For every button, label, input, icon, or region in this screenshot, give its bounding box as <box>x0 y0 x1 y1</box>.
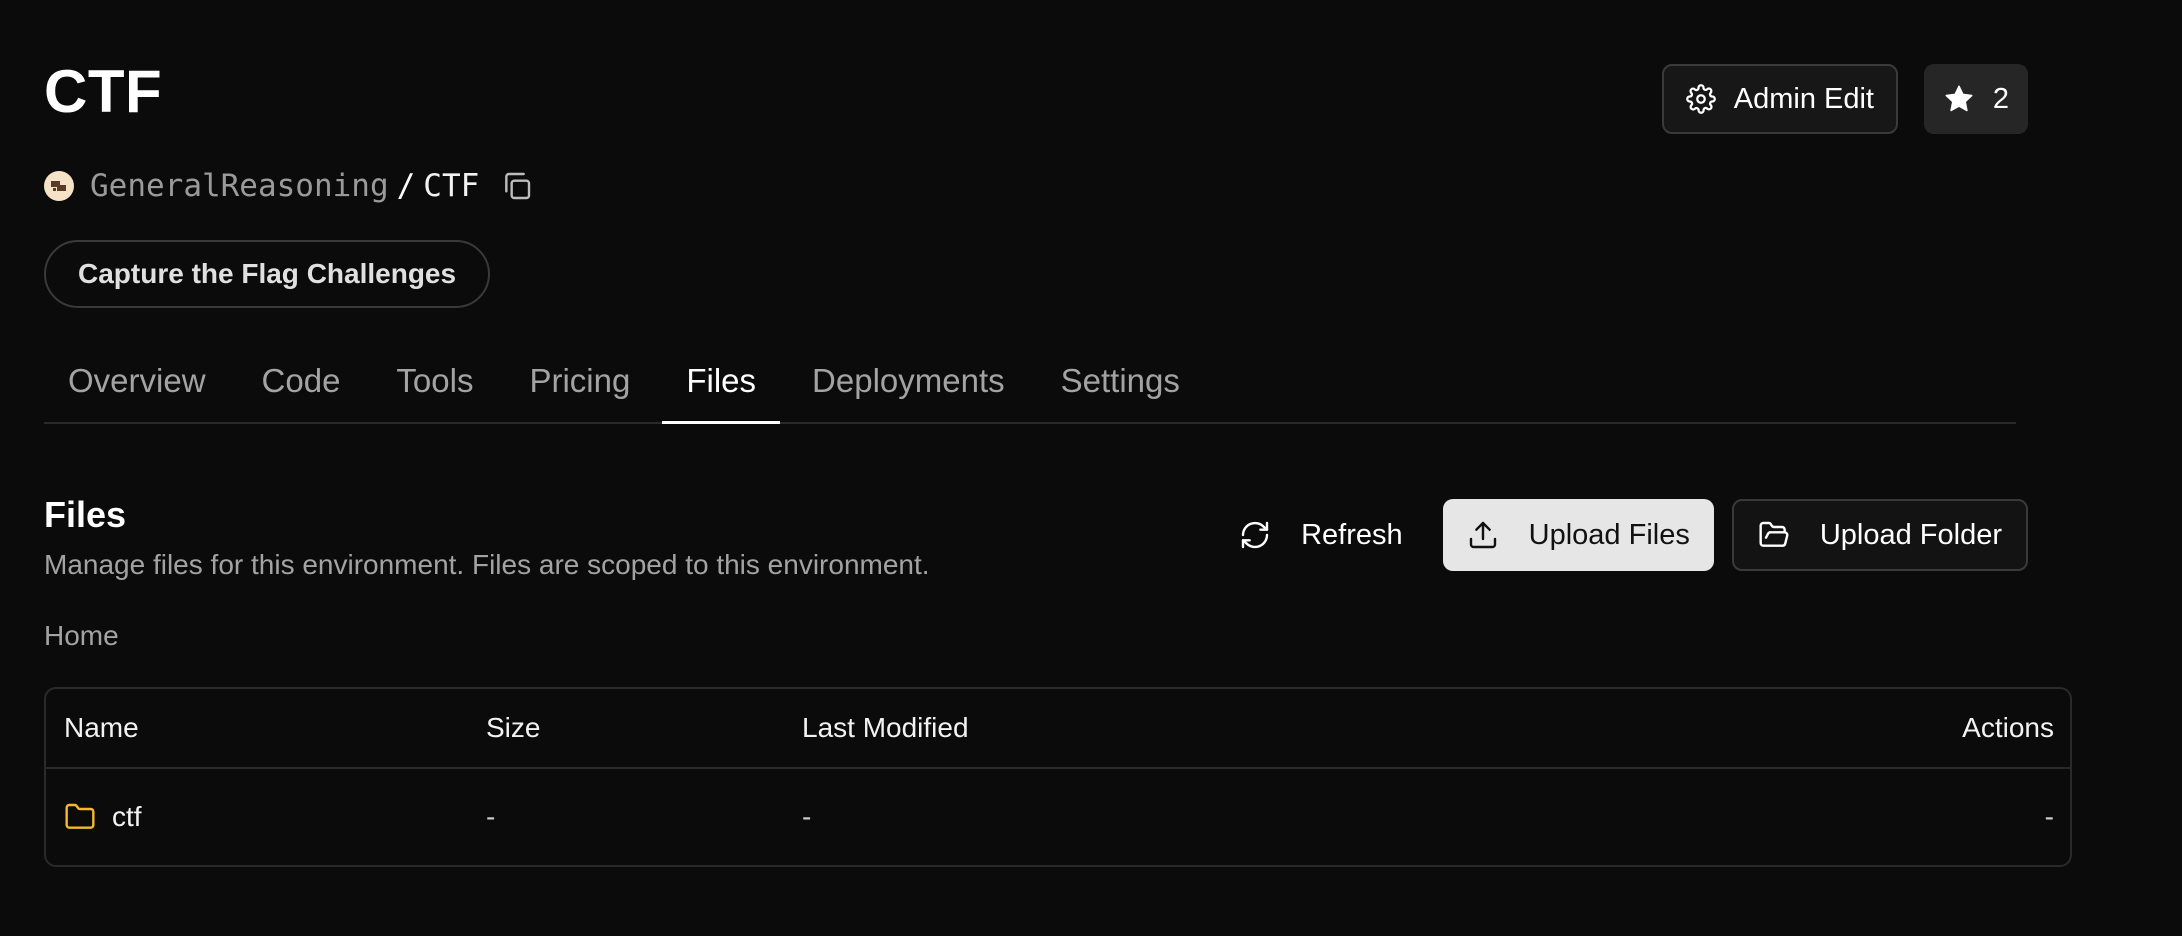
gear-icon <box>1685 84 1716 114</box>
row-last-modified: - <box>802 801 812 832</box>
tab-deployments[interactable]: Deployments <box>788 340 1029 422</box>
column-header-size[interactable]: Size <box>486 712 540 744</box>
tab-tools[interactable]: Tools <box>372 340 497 422</box>
tab-bar: Overview Code Tools Pricing Files Deploy… <box>44 340 2016 424</box>
column-header-name[interactable]: Name <box>64 712 139 744</box>
admin-edit-button[interactable]: Admin Edit <box>1661 64 1898 134</box>
column-header-last-modified[interactable]: Last Modified <box>802 712 969 744</box>
refresh-button[interactable]: Refresh <box>1215 499 1425 571</box>
table-header: Name Size Last Modified Actions <box>46 689 2070 769</box>
upload-files-button[interactable]: Upload Files <box>1442 499 1714 571</box>
tab-overview[interactable]: Overview <box>44 340 230 422</box>
files-table: Name Size Last Modified Actions ctf - - … <box>44 687 2072 867</box>
copy-button[interactable] <box>499 168 535 204</box>
breadcrumb-home[interactable]: Home <box>44 620 119 652</box>
folder-icon <box>65 803 95 829</box>
star-count: 2 <box>1992 82 2010 115</box>
tab-code[interactable]: Code <box>238 340 365 422</box>
repo-path: GeneralReasoning / CTF <box>44 166 535 206</box>
row-name-cell[interactable]: ctf <box>64 801 142 833</box>
files-section-title: Files <box>44 494 127 535</box>
files-section-subtitle: Manage files for this environment. Files… <box>44 549 930 580</box>
upload-folder-button[interactable]: Upload Folder <box>1731 499 2028 571</box>
upload-folder-label: Upload Folder <box>1819 518 2002 551</box>
page: CTF GeneralReasoning / CTF Admin Edit 2 … <box>0 0 2182 936</box>
org-logo-icon <box>51 181 66 191</box>
star-button[interactable]: 2 <box>1924 64 2028 134</box>
org-name-link[interactable]: GeneralReasoning <box>90 168 389 204</box>
page-title: CTF <box>44 58 163 125</box>
row-size: - <box>486 801 496 832</box>
row-actions: - <box>2044 801 2054 832</box>
star-icon <box>1945 85 1973 112</box>
tab-pricing[interactable]: Pricing <box>505 340 654 422</box>
upload-files-label: Upload Files <box>1528 518 1690 551</box>
description-badge: Capture the Flag Challenges <box>44 240 491 308</box>
copy-icon <box>505 172 531 200</box>
tab-settings[interactable]: Settings <box>1037 340 1204 422</box>
admin-edit-label: Admin Edit <box>1733 82 1874 115</box>
header-actions: Admin Edit 2 <box>1661 64 2028 134</box>
files-toolbar: Refresh Upload Files Upload Folder <box>1215 499 2028 571</box>
upload-icon <box>1469 521 1496 549</box>
refresh-label: Refresh <box>1301 518 1403 551</box>
org-avatar[interactable] <box>44 171 74 201</box>
folder-open-icon <box>1759 521 1789 547</box>
path-separator: / <box>396 168 416 204</box>
table-row[interactable]: ctf - - - <box>46 769 2070 865</box>
row-name: ctf <box>112 801 142 832</box>
tab-files[interactable]: Files <box>662 340 780 424</box>
column-header-actions: Actions <box>1962 712 2054 743</box>
repo-name: CTF <box>423 168 480 204</box>
refresh-icon <box>1241 521 1269 549</box>
